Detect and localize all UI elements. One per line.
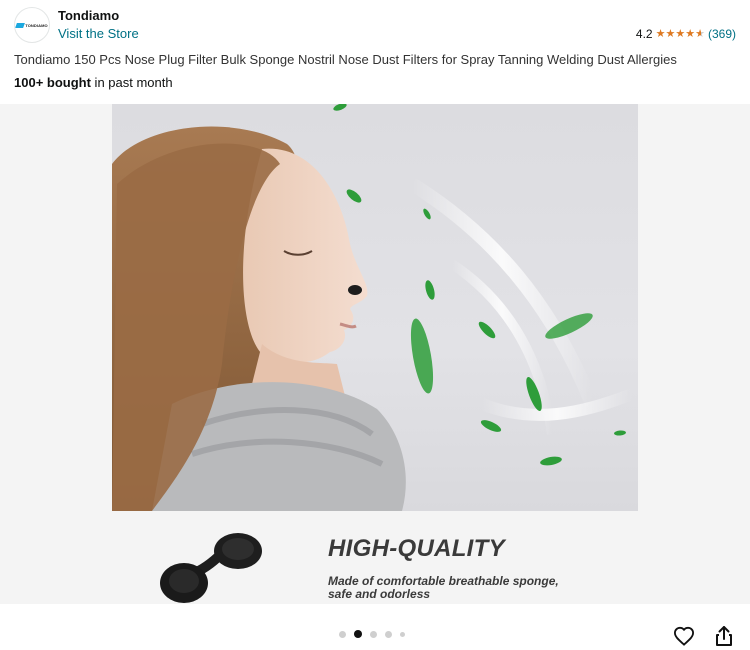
product-photo[interactable] xyxy=(112,104,638,511)
nose-plug-product-icon xyxy=(160,533,262,603)
rating-count-link[interactable]: (369) xyxy=(708,27,736,41)
feature-headline: HIGH-QUALITY xyxy=(328,535,505,562)
rating-value: 4.2 xyxy=(635,27,653,41)
purchase-count-rest: in past month xyxy=(90,75,173,90)
carousel-dot[interactable] xyxy=(370,630,377,638)
star-half-icon: ★ xyxy=(695,28,705,40)
carousel-dot[interactable] xyxy=(385,630,392,638)
logo-text: TONDIAMO xyxy=(25,22,48,28)
star-icon: ★ xyxy=(665,28,676,40)
brand-name[interactable]: Tondiamo xyxy=(58,8,119,23)
product-photo-illustration xyxy=(112,104,635,511)
feature-banner: HIGH-QUALITY Made of comfortable breatha… xyxy=(112,511,638,604)
star-icon: ★ xyxy=(675,28,686,40)
feature-subtext-line2: safe and odorless xyxy=(328,587,431,601)
purchase-count: 100+ bought in past month xyxy=(14,75,173,90)
carousel-dot[interactable] xyxy=(400,631,405,637)
image-gallery[interactable]: HIGH-QUALITY Made of comfortable breatha… xyxy=(0,104,750,604)
share-icon[interactable] xyxy=(711,623,737,649)
star-icon: ★ xyxy=(655,28,666,40)
product-header: TONDIAMO Tondiamo Visit the Store 4.2 ★ … xyxy=(0,0,750,104)
gallery-footer xyxy=(0,604,750,650)
carousel-dots xyxy=(339,630,405,638)
store-logo-icon[interactable]: TONDIAMO xyxy=(14,7,50,43)
heart-icon[interactable] xyxy=(671,623,697,649)
star-rating: ★ ★ ★ ★ ★ xyxy=(656,28,705,40)
rating-summary[interactable]: 4.2 ★ ★ ★ ★ ★ (369) xyxy=(636,27,736,41)
purchase-count-bold: 100+ bought xyxy=(14,75,91,90)
product-title: Tondiamo 150 Pcs Nose Plug Filter Bulk S… xyxy=(14,52,677,67)
visit-store-link[interactable]: Visit the Store xyxy=(58,26,139,41)
star-icon: ★ xyxy=(685,28,696,40)
logo-mark-icon xyxy=(15,22,26,28)
carousel-dot[interactable] xyxy=(339,630,346,638)
carousel-dot-active[interactable] xyxy=(354,630,362,638)
feature-subtext: Made of comfortable breathable sponge, s… xyxy=(328,575,628,601)
